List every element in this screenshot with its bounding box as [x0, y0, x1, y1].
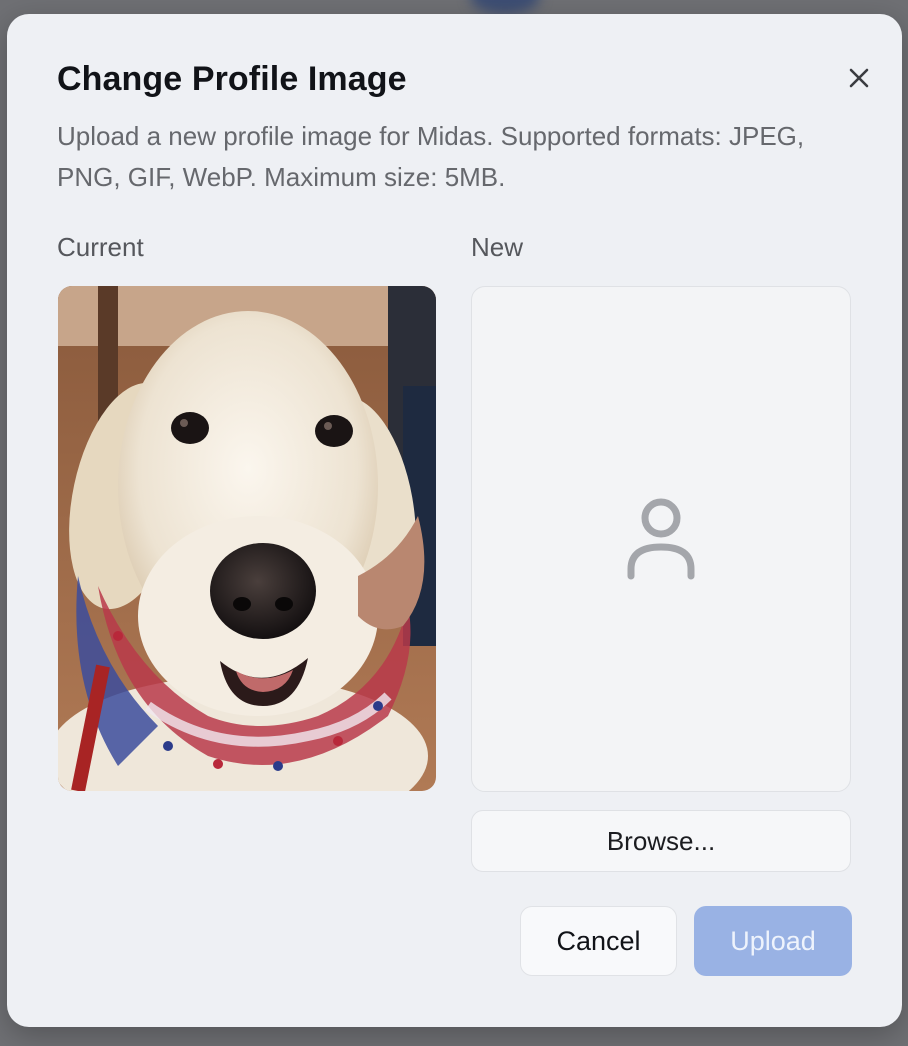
current-label: Current — [57, 232, 144, 262]
new-label: New — [471, 232, 524, 262]
current-profile-image — [58, 286, 436, 791]
dialog-title: Change Profile Image — [57, 60, 407, 98]
close-icon — [849, 68, 869, 88]
browse-button[interactable]: Browse... — [471, 810, 851, 872]
cancel-button[interactable]: Cancel — [520, 906, 677, 976]
close-button[interactable] — [837, 56, 881, 100]
new-image-dropzone[interactable] — [471, 286, 851, 792]
person-icon — [627, 498, 695, 580]
dialog-description: Upload a new profile image for Midas. Su… — [57, 121, 805, 192]
backdrop — [470, 0, 540, 14]
upload-button[interactable]: Upload — [694, 906, 852, 976]
